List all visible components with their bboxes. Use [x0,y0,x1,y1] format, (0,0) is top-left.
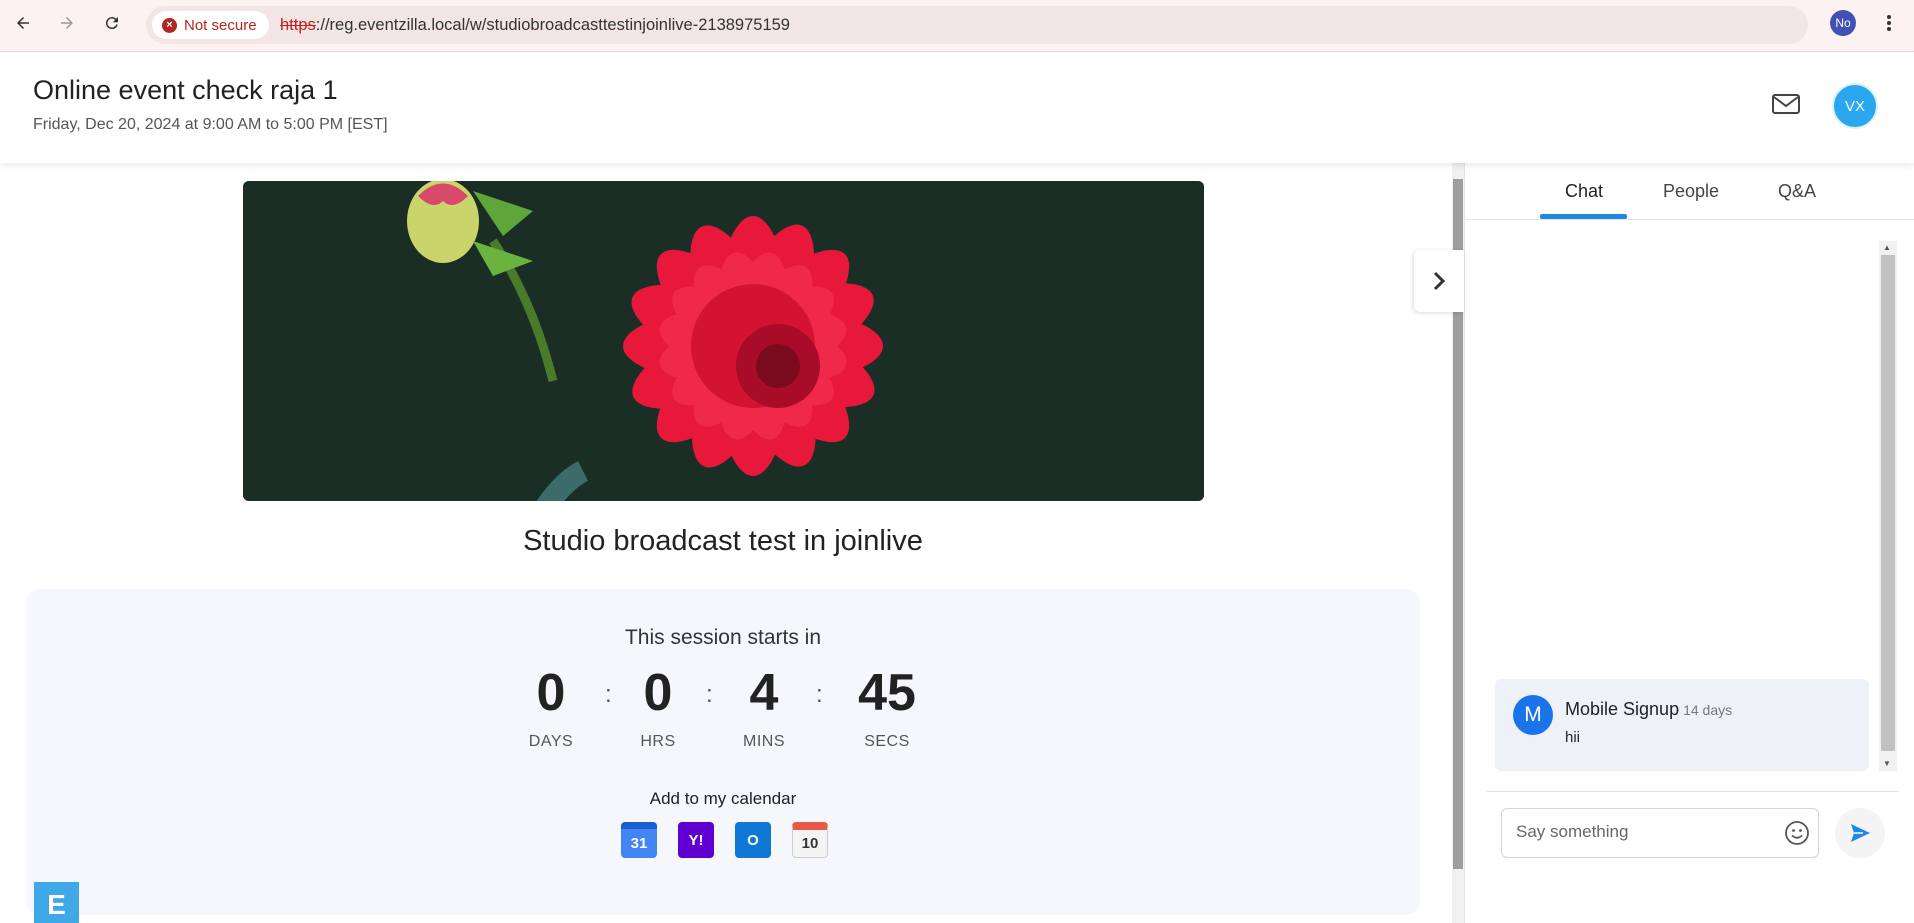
browser-toolbar: × Not secure https://reg.eventzilla.loca… [0,0,1914,52]
event-title: Online event check raja 1 [33,75,338,105]
countdown-separator: : [816,681,823,708]
chat-input[interactable] [1516,822,1766,842]
countdown-hours-label: HRS [640,733,676,750]
mail-icon [1772,94,1800,114]
user-avatar[interactable]: VX [1832,83,1878,129]
session-title: Studio broadcast test in joinlive [523,525,923,557]
countdown-hours-value: 0 [643,664,673,722]
chat-scrollbar[interactable]: ▲ ▼ [1879,241,1897,771]
countdown-minutes: 4 MINS [719,667,809,751]
profile-avatar[interactable]: No [1830,10,1856,36]
security-label: Not secure [184,16,257,34]
chat-message: M Mobile Signup 14 days hii [1495,679,1869,771]
reload-button[interactable] [97,8,127,38]
countdown-separator: : [706,681,713,708]
countdown-minutes-label: MINS [743,733,785,750]
event-date: Friday, Dec 20, 2024 at 9:00 AM to 5:00 … [33,116,388,133]
chat-panel: Chat People Q&A ▲ ▼ M Mobile Signup 14 da… [1464,163,1914,923]
back-button[interactable] [8,8,38,38]
countdown-days-label: DAYS [528,733,574,750]
chat-message-time: 14 days [1683,702,1733,718]
countdown-minutes-value: 4 [749,664,779,722]
chat-message-header: Mobile Signup 14 days [1565,699,1732,720]
eventzilla-logo-icon[interactable]: E [34,882,79,923]
scroll-down-icon[interactable]: ▼ [1883,759,1891,768]
tab-chat[interactable]: Chat [1565,181,1603,202]
mail-button[interactable] [1770,88,1802,120]
send-icon [1851,824,1870,842]
countdown-panel: This session starts in 0 DAYS : 0 HRS : … [26,589,1420,915]
forward-icon [61,17,73,29]
event-banner-image [243,181,1204,501]
browser-menu-button[interactable] [1876,10,1902,36]
tab-people[interactable]: People [1663,181,1719,202]
security-chip[interactable]: × Not secure [152,11,269,39]
url-rest: ://reg.eventzilla.local/w/studiobroadcas… [315,16,790,34]
yahoo-calendar-text: Y! [688,831,704,849]
outlook-calendar-icon[interactable]: O [735,822,771,858]
google-calendar-text: 31 [630,835,648,852]
emoji-icon[interactable] [1784,820,1810,846]
countdown-seconds-label: SECS [864,733,910,750]
avatar: M [1513,695,1553,735]
chat-message-text: hii [1565,729,1581,746]
address-bar[interactable]: × Not secure https://reg.eventzilla.loca… [146,6,1808,44]
url-protocol: https [280,16,316,34]
forward-button[interactable] [52,8,82,38]
countdown-days: 0 DAYS [506,667,596,751]
scroll-up-icon[interactable]: ▲ [1883,243,1891,252]
countdown-seconds: 45 SECS [842,667,932,751]
more-vert-icon [1887,15,1891,31]
divider [1487,791,1899,792]
collapse-panel-button[interactable] [1414,250,1464,312]
dahlia-flower-image [243,181,1204,501]
countdown-hours: 0 HRS [613,667,703,751]
active-tab-indicator [1540,214,1627,219]
countdown-seconds-value: 45 [858,664,916,722]
chevron-right-icon [1433,271,1446,291]
chat-scrollbar-thumb[interactable] [1881,255,1895,751]
chat-message-author: Mobile Signup [1565,699,1680,719]
main-content: Studio broadcast test in joinlive This s… [0,163,1450,923]
back-icon [17,17,29,29]
yahoo-calendar-icon[interactable]: Y! [678,822,714,858]
outlook-calendar-text: O [747,831,759,849]
google-calendar-icon[interactable]: 31 [621,822,657,858]
countdown-heading: This session starts in [624,626,822,649]
url-text[interactable]: https://reg.eventzilla.local/w/studiobro… [280,16,790,35]
chat-composer[interactable] [1501,808,1819,858]
reload-icon [105,17,118,30]
tab-qa[interactable]: Q&A [1778,181,1816,202]
ical-calendar-text: 10 [801,835,819,852]
countdown-separator: : [605,681,612,708]
event-header: Online event check raja 1 Friday, Dec 20… [0,53,1914,163]
countdown-days-value: 0 [536,664,566,722]
ical-calendar-icon[interactable]: 10 [792,822,828,858]
panel-tabs: Chat People Q&A [1465,163,1914,220]
send-button[interactable] [1835,808,1885,858]
not-secure-icon: × [162,17,177,33]
add-to-calendar-label: Add to my calendar [649,789,797,808]
